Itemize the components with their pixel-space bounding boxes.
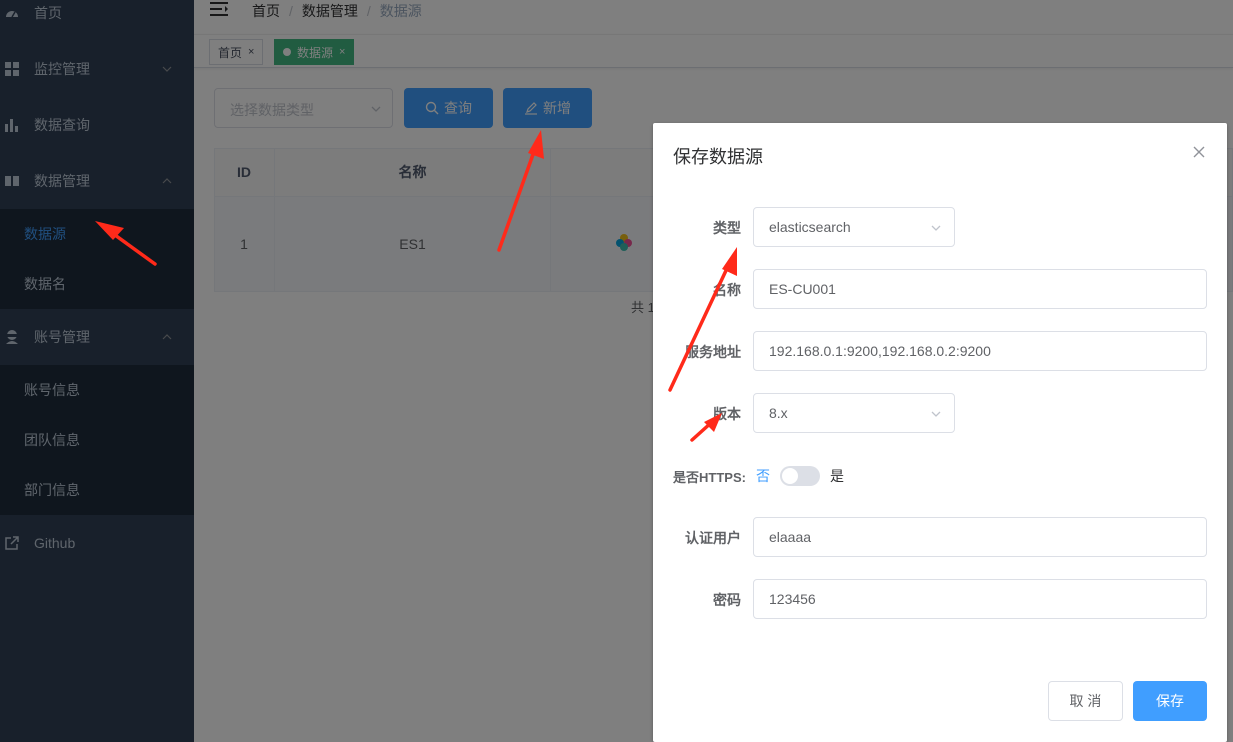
address-label: 服务地址 (685, 344, 741, 360)
password-label: 密码 (713, 592, 741, 608)
https-switch[interactable] (779, 466, 820, 486)
password-input-value: 123456 (769, 591, 816, 607)
https-off-label[interactable]: 否 (756, 466, 770, 486)
name-input-value: ES-CU001 (769, 281, 836, 297)
user-label: 认证用户 (685, 530, 741, 546)
type-label: 类型 (713, 220, 741, 236)
address-input-value: 192.168.0.1:9200,192.168.0.2:9200 (769, 343, 991, 359)
save-datasource-dialog: 保存数据源 类型 elasticsearch 名称 ES-CU001 服务地址 … (653, 123, 1227, 742)
save-button[interactable]: 保存 (1133, 681, 1207, 721)
user-input-value: elaaaa (769, 529, 812, 545)
https-row: 是否HTTPS: 否 是 (673, 466, 844, 486)
user-input[interactable]: elaaaa (753, 517, 1207, 557)
chevron-down-icon (931, 411, 941, 417)
address-input[interactable]: 192.168.0.1:9200,192.168.0.2:9200 (753, 331, 1207, 371)
password-input[interactable]: 123456 (753, 579, 1207, 619)
name-label: 名称 (713, 282, 741, 298)
https-label: 是否HTTPS: (673, 469, 746, 485)
name-input[interactable]: ES-CU001 (753, 269, 1207, 309)
version-select-value: 8.x (769, 405, 788, 421)
type-select[interactable]: elasticsearch (753, 207, 955, 247)
dialog-title: 保存数据源 (673, 147, 763, 167)
version-label: 版本 (713, 406, 741, 422)
close-icon[interactable] (1192, 145, 1206, 159)
cancel-button[interactable]: 取 消 (1048, 681, 1123, 721)
type-select-value: elasticsearch (769, 219, 851, 235)
chevron-down-icon (931, 225, 941, 231)
https-on-label[interactable]: 是 (830, 466, 844, 486)
version-select[interactable]: 8.x (753, 393, 955, 433)
